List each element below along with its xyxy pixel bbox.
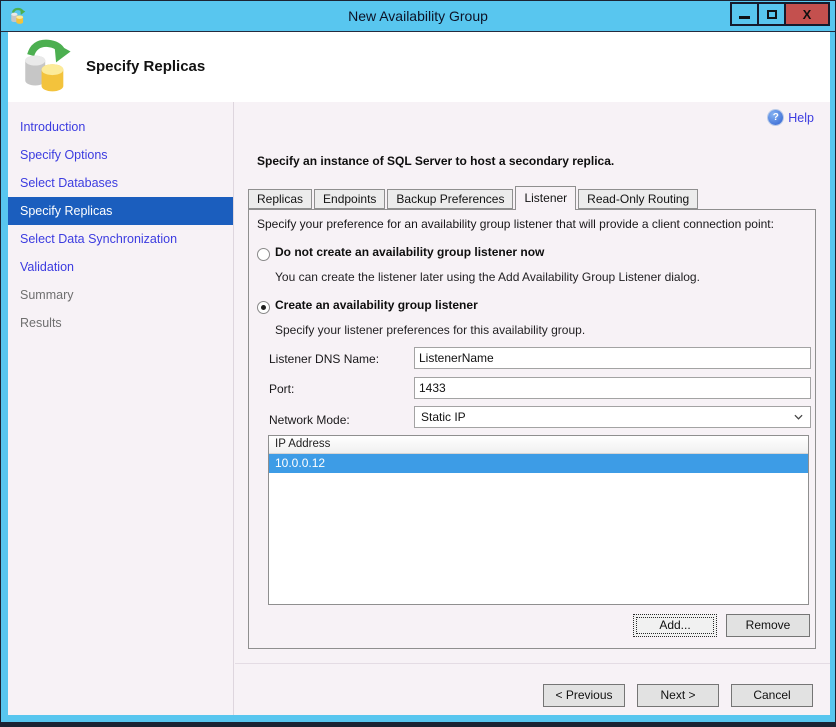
remove-button[interactable]: Remove (726, 614, 810, 637)
close-icon: X (802, 6, 812, 22)
close-button[interactable]: X (784, 2, 830, 26)
network-mode-selected-value: Static IP (421, 410, 466, 424)
tab-listener[interactable]: Listener (515, 186, 577, 210)
ip-address-row[interactable]: 10.0.0.12 (269, 454, 808, 473)
listener-dns-name-label: Listener DNS Name: (269, 352, 380, 366)
wizard-footer: < Previous Next > Cancel (235, 663, 830, 715)
minimize-icon (739, 15, 750, 19)
create-listener-description: Specify your listener preferences for th… (275, 323, 586, 337)
window-bottom-edge (1, 722, 835, 726)
listener-tab-panel: Specify your preference for an availabil… (248, 209, 816, 649)
sidebar-item-validation[interactable]: Validation (8, 253, 233, 281)
ip-address-column-header[interactable]: IP Address (269, 436, 808, 454)
help-icon: ? (768, 110, 784, 125)
sidebar-item-specify-replicas[interactable]: Specify Replicas (8, 197, 233, 225)
listener-intro-text: Specify your preference for an availabil… (257, 217, 774, 231)
network-mode-label: Network Mode: (269, 413, 350, 427)
next-button[interactable]: Next > (637, 684, 719, 707)
radio-create-listener-label[interactable]: Create an availability group listener (275, 298, 478, 312)
help-label: Help (788, 110, 814, 125)
port-label: Port: (269, 382, 295, 396)
app-database-icon (11, 7, 26, 24)
add-button[interactable]: Add... (633, 614, 717, 637)
window-title: New Availability Group (348, 8, 488, 24)
radio-do-not-create-listener[interactable] (257, 248, 270, 261)
cancel-button[interactable]: Cancel (731, 684, 813, 707)
tab-read-only-routing[interactable]: Read-Only Routing (578, 189, 699, 209)
availability-group-icon (25, 39, 71, 92)
maximize-icon (766, 9, 777, 19)
listener-dns-name-input[interactable] (414, 347, 811, 369)
chevron-down-icon (794, 414, 803, 420)
page-instruction: Specify an instance of SQL Server to hos… (257, 154, 615, 168)
port-input[interactable] (414, 377, 811, 399)
ip-address-list: IP Address 10.0.0.12 (268, 435, 809, 605)
do-not-create-listener-description: You can create the listener later using … (275, 270, 700, 284)
sidebar-item-select-data-synchronization[interactable]: Select Data Synchronization (8, 225, 233, 253)
minimize-button[interactable] (730, 2, 759, 26)
sidebar-item-introduction[interactable]: Introduction (8, 113, 233, 141)
sidebar-item-results: Results (20, 316, 62, 330)
maximize-button[interactable] (757, 2, 786, 26)
main-pane: ? Help Specify an instance of SQL Server… (235, 102, 830, 715)
title-bar[interactable]: New Availability Group X (1, 1, 835, 31)
tab-replicas[interactable]: Replicas (248, 189, 313, 209)
window-controls: X (730, 2, 830, 26)
help-link[interactable]: ? Help (768, 110, 814, 125)
tab-endpoints[interactable]: Endpoints (314, 189, 386, 209)
network-mode-dropdown[interactable]: Static IP (414, 406, 811, 428)
radio-create-listener[interactable] (257, 301, 270, 314)
page-title: Specify Replicas (86, 58, 206, 75)
tab-backup-preferences[interactable]: Backup Preferences (387, 189, 514, 209)
wizard-steps-sidebar: Introduction Specify Options Select Data… (8, 102, 234, 715)
dialog-window: New Availability Group X Specify Replica… (0, 0, 836, 727)
previous-button[interactable]: < Previous (543, 684, 625, 707)
client-area: Specify Replicas Introduction Specify Op… (8, 32, 830, 715)
wizard-header: Specify Replicas (8, 32, 830, 102)
sidebar-item-summary: Summary (20, 288, 74, 302)
radio-do-not-create-listener-label[interactable]: Do not create an availability group list… (275, 245, 544, 259)
tab-strip: Replicas Endpoints Backup Preferences Li… (248, 186, 700, 210)
sidebar-item-select-databases[interactable]: Select Databases (8, 169, 233, 197)
sidebar-item-specify-options[interactable]: Specify Options (8, 141, 233, 169)
